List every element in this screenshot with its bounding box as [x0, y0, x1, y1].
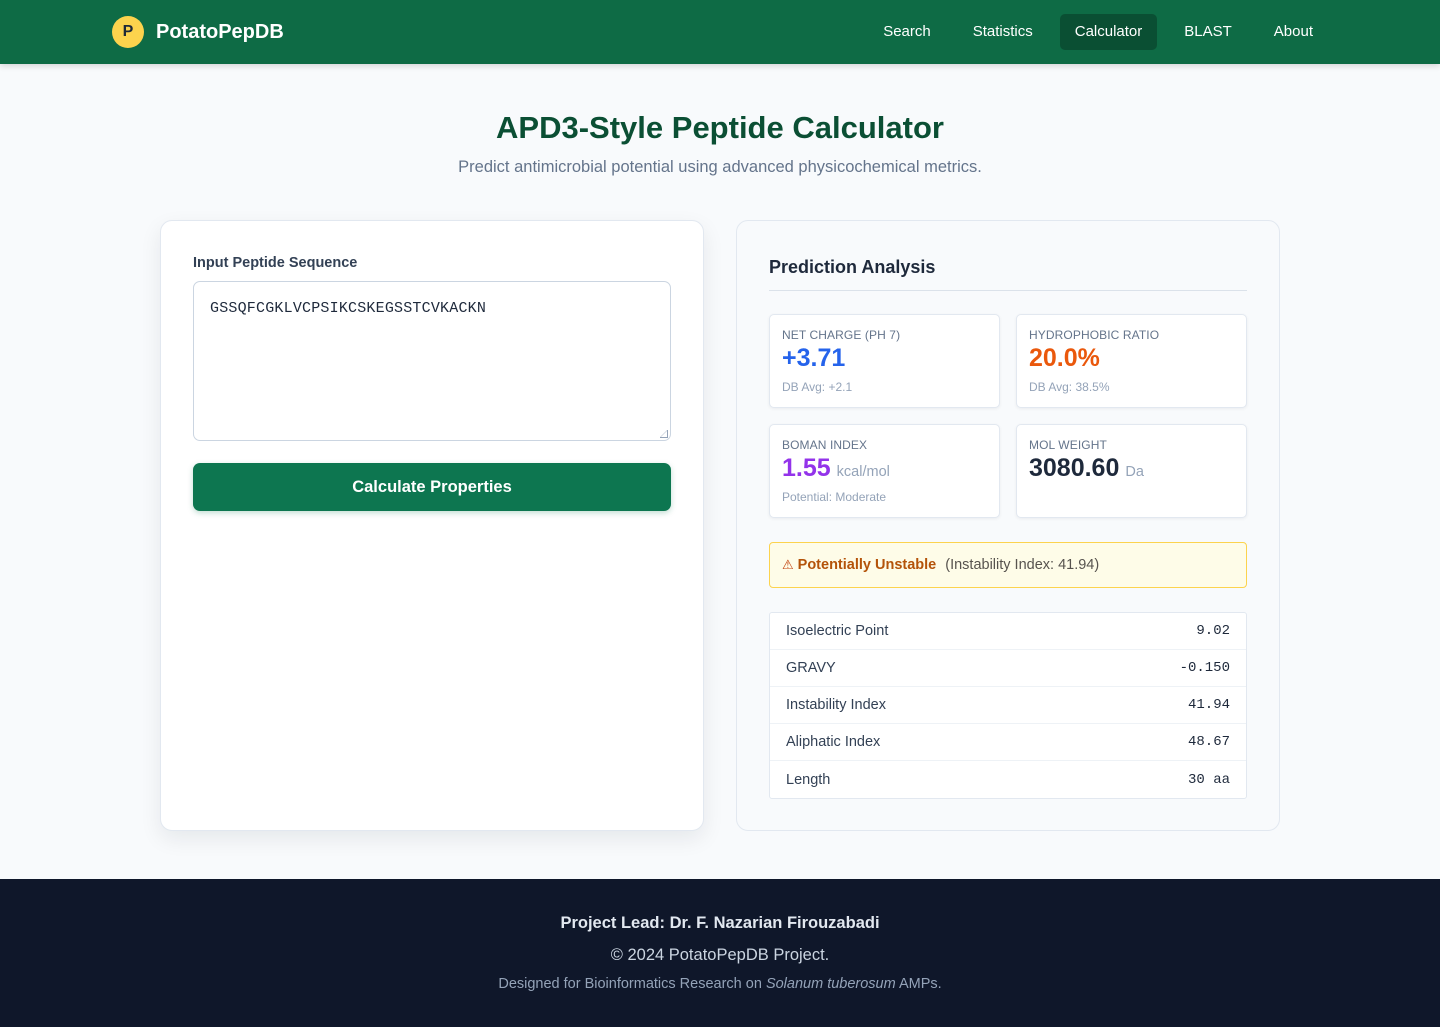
- property-name: Aliphatic Index: [786, 734, 881, 750]
- property-value: 41.94: [1187, 697, 1230, 713]
- metric-hydrophobic-ratio: Hydrophobic Ratio 20.0% DB Avg: 38.5%: [1016, 314, 1247, 408]
- brand-name: PotatoPepDB: [156, 20, 284, 43]
- calculate-properties-button[interactable]: Calculate Properties: [193, 463, 671, 511]
- property-name: Instability Index: [786, 697, 886, 713]
- metric-unit: Da: [1125, 464, 1144, 480]
- footer-note-suffix: AMPs.: [898, 976, 942, 992]
- metric-note: DB Avg: 38.5%: [1029, 380, 1110, 394]
- footer-note-prefix: Designed for Bioinformatics Research on: [498, 976, 762, 992]
- results-heading: Prediction Analysis: [769, 257, 936, 277]
- table-row: Aliphatic Index 48.67: [770, 724, 1246, 761]
- metric-boman-index: Boman Index 1.55 kcal/mol Potential: Mod…: [769, 424, 1000, 518]
- stability-warning: ⚠ Potentially Unstable (Instability Inde…: [769, 542, 1247, 588]
- property-value: -0.150: [1179, 660, 1230, 676]
- nav-link-about[interactable]: About: [1259, 14, 1328, 50]
- property-value: 9.02: [1196, 623, 1230, 639]
- property-name: Isoelectric Point: [786, 623, 889, 639]
- divider: [769, 290, 1247, 291]
- nav-links: Search Statistics Calculator BLAST About: [868, 14, 1328, 50]
- metric-label: Hydrophobic Ratio: [1029, 328, 1160, 342]
- brand[interactable]: P PotatoPepDB: [112, 16, 284, 48]
- nav-link-search[interactable]: Search: [868, 14, 946, 50]
- metric-value: 1.55: [782, 454, 831, 482]
- warning-text: Potentially Unstable: [797, 557, 937, 573]
- property-value: 30 aa: [1187, 771, 1230, 788]
- nav-link-calculator[interactable]: Calculator: [1059, 14, 1158, 50]
- nav-link-statistics[interactable]: Statistics: [958, 14, 1048, 50]
- table-row: Isoelectric Point 9.02: [770, 613, 1246, 650]
- footer-copyright: © 2024 PotatoPepDB Project.: [610, 946, 830, 964]
- metric-net-charge: Net Charge (pH 7) +3.71 DB Avg: +2.1: [769, 314, 1000, 408]
- warning-detail: (Instability Index: 41.94): [945, 557, 1100, 573]
- property-name: Length: [786, 771, 831, 788]
- footer-note: Designed for Bioinformatics Research on …: [0, 976, 1440, 992]
- warning-icon: ⚠: [782, 557, 794, 572]
- footer-project-lead: Project Lead: Dr. F. Nazarian Firouzabad…: [560, 914, 880, 932]
- sequence-label: Input Peptide Sequence: [193, 255, 358, 271]
- sequence-value: GSSQFCGKLVCPSIKCSKEGSSTCVKACKN: [210, 300, 487, 317]
- metric-value: 20.0%: [1029, 344, 1100, 372]
- resize-handle-icon[interactable]: [660, 430, 668, 438]
- metric-label: Boman Index: [782, 438, 868, 452]
- results-card: Prediction Analysis Net Charge (pH 7) +3…: [736, 220, 1280, 831]
- page-title: APD3-Style Peptide Calculator: [496, 110, 944, 145]
- metric-note: Potential: Moderate: [782, 490, 887, 504]
- sequence-input[interactable]: GSSQFCGKLVCPSIKCSKEGSSTCVKACKN: [193, 281, 671, 441]
- table-row: Instability Index 41.94: [770, 687, 1246, 724]
- metric-value: +3.71: [782, 344, 846, 372]
- table-row: GRAVY -0.150: [770, 650, 1246, 687]
- table-row: Length 30 aa: [770, 761, 1246, 798]
- property-value: 48.67: [1187, 734, 1230, 750]
- footer: Project Lead: Dr. F. Nazarian Firouzabad…: [0, 879, 1440, 1027]
- metric-value: 3080.60: [1029, 454, 1120, 482]
- metric-unit: kcal/mol: [836, 464, 890, 480]
- input-card: Input Peptide Sequence GSSQFCGKLVCPSIKCS…: [160, 220, 704, 831]
- page-subtitle: Predict antimicrobial potential using ad…: [458, 158, 982, 176]
- potato-logo-icon: P: [112, 16, 144, 48]
- property-name: GRAVY: [786, 660, 836, 676]
- metric-label: Net Charge (pH 7): [782, 328, 901, 342]
- metric-mol-weight: Mol Weight 3080.60 Da: [1016, 424, 1247, 518]
- nav-link-blast[interactable]: BLAST: [1169, 14, 1247, 50]
- properties-table: Isoelectric Point 9.02 GRAVY -0.150 Inst…: [769, 612, 1247, 799]
- metric-note: DB Avg: +2.1: [782, 380, 853, 394]
- footer-note-species: Solanum tuberosum: [765, 976, 896, 992]
- metric-label: Mol Weight: [1029, 438, 1107, 452]
- top-navbar: P PotatoPepDB Search Statistics Calculat…: [0, 0, 1440, 64]
